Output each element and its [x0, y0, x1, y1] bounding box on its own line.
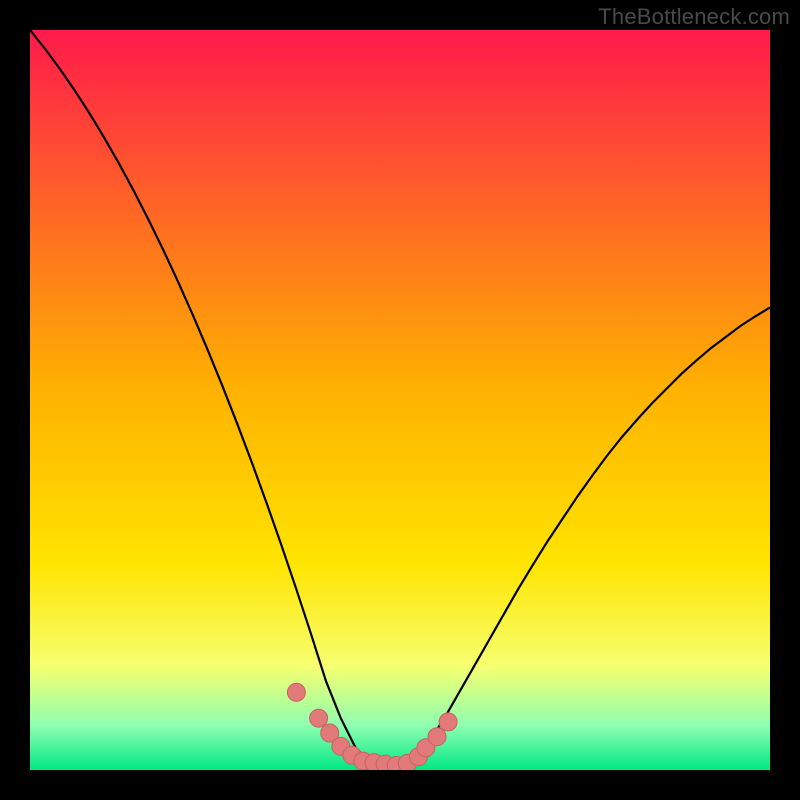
- watermark-text: TheBottleneck.com: [598, 4, 790, 30]
- chart-svg: [30, 30, 770, 770]
- curve-marker: [439, 713, 457, 731]
- curve-marker: [428, 728, 446, 746]
- curve-marker: [287, 683, 305, 701]
- plot-area: [30, 30, 770, 770]
- gradient-background: [30, 30, 770, 770]
- curve-marker: [310, 709, 328, 727]
- chart-frame: TheBottleneck.com: [0, 0, 800, 800]
